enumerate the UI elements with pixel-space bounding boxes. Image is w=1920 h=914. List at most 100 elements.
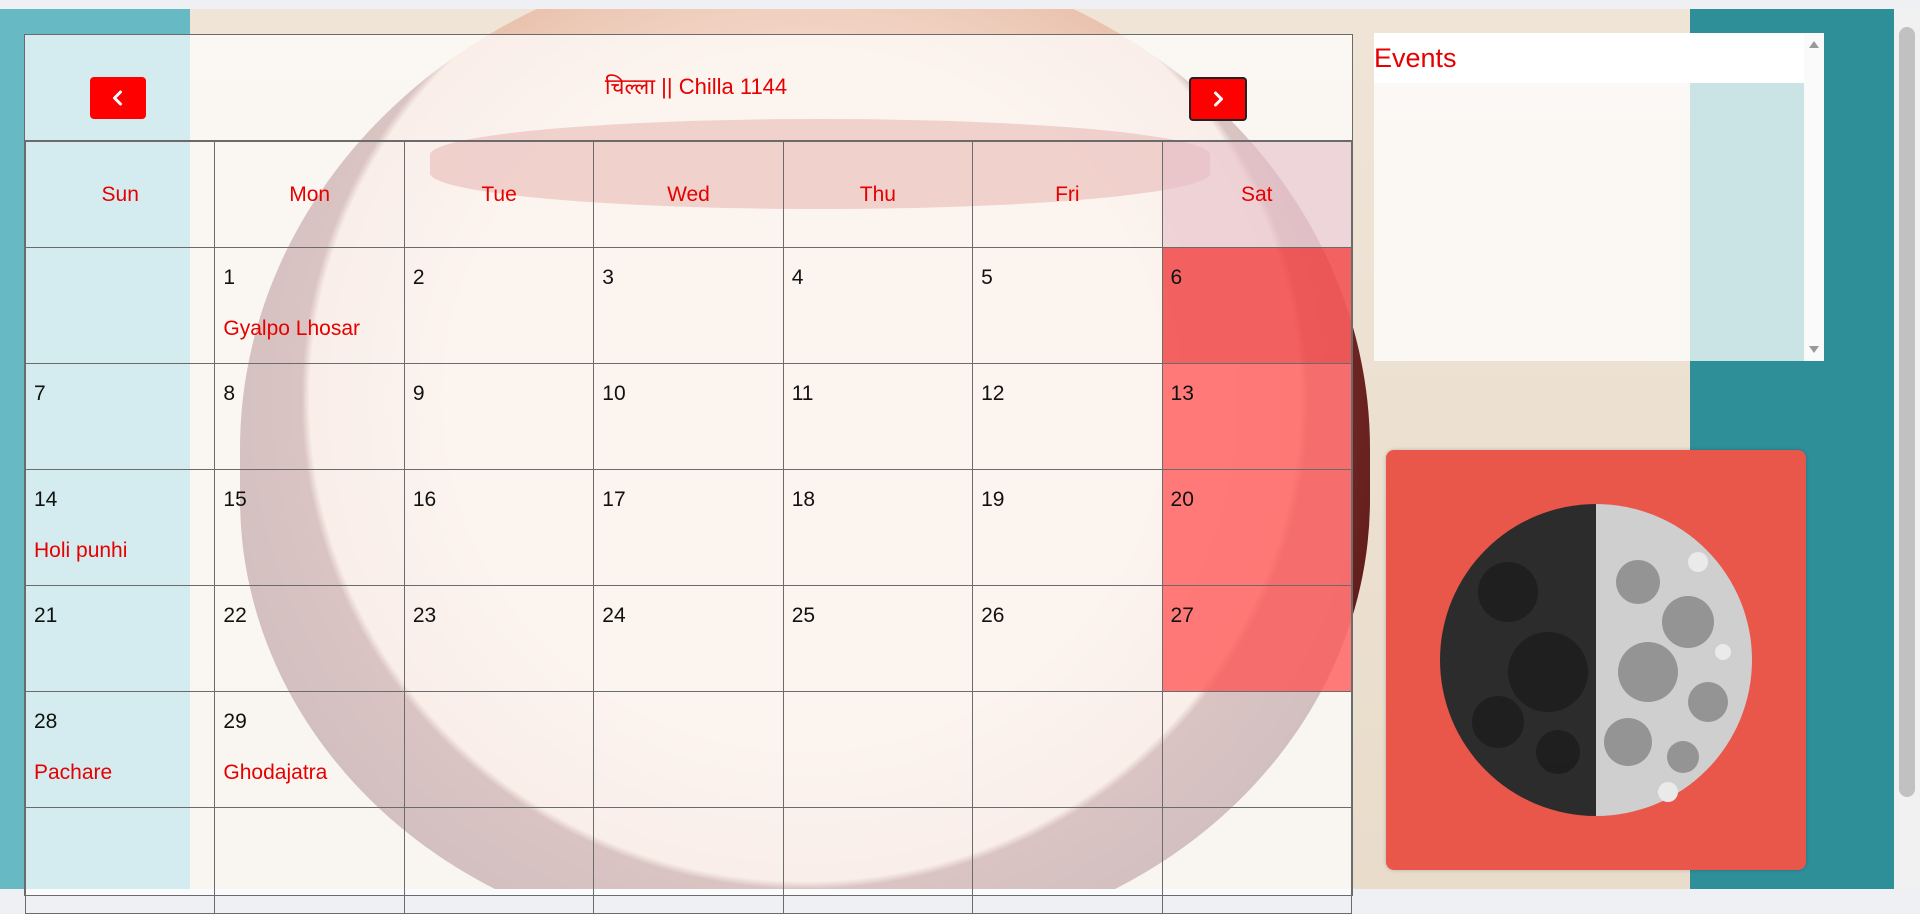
day-number: 26 <box>981 604 1005 627</box>
day-number: 14 <box>34 488 58 511</box>
day-number: 18 <box>791 488 816 511</box>
day-cell[interactable]: 4 <box>782 247 974 364</box>
day-cell <box>24 807 216 914</box>
day-number: 10 <box>602 382 626 405</box>
next-month-button[interactable] <box>1189 77 1247 121</box>
day-number: 9 <box>412 382 425 405</box>
day-cell[interactable]: 13 <box>1161 363 1353 470</box>
day-cell[interactable]: 25 <box>782 585 974 692</box>
day-number: 19 <box>981 488 1005 511</box>
weekday-sun: Sun <box>24 141 216 248</box>
day-number: 7 <box>34 382 46 405</box>
day-cell <box>214 807 405 914</box>
day-number: 24 <box>602 604 626 627</box>
day-cell[interactable]: 1 Gyalpo Lhosar <box>214 247 405 364</box>
day-number: 4 <box>791 266 804 289</box>
day-number: 1 <box>223 266 236 289</box>
day-number: 13 <box>1170 382 1194 405</box>
events-scrollbar[interactable] <box>1804 33 1824 361</box>
window-top-bar <box>0 0 1920 9</box>
day-cell[interactable]: 12 <box>972 363 1163 470</box>
day-event[interactable]: Holi punhi <box>34 539 127 563</box>
day-event[interactable]: Pachare <box>34 761 112 785</box>
day-number: 28 <box>34 710 58 733</box>
day-number: 8 <box>223 382 236 405</box>
day-event[interactable]: Gyalpo Lhosar <box>223 317 360 341</box>
day-cell[interactable]: 19 <box>972 469 1163 586</box>
day-cell[interactable]: 24 <box>593 585 784 692</box>
day-cell[interactable]: 18 <box>782 469 974 586</box>
day-number: 5 <box>981 266 993 289</box>
page-scrollbar-thumb[interactable] <box>1899 27 1915 797</box>
day-cell[interactable]: 7 <box>24 363 216 470</box>
day-cell <box>782 807 974 914</box>
day-number: 6 <box>1170 266 1183 289</box>
day-cell <box>782 691 974 808</box>
day-cell[interactable]: 22 <box>214 585 405 692</box>
page-scrollbar[interactable] <box>1894 9 1920 889</box>
day-number: 12 <box>981 382 1005 405</box>
day-cell[interactable]: 21 <box>24 585 216 692</box>
day-number: 3 <box>602 266 614 289</box>
day-cell <box>1161 691 1353 808</box>
calendar-grid: Sun Mon Tue Wed Thu Fri Sat 1 Gyalpo Lhos… <box>24 141 1353 914</box>
week-row: 28 Pachare 29 Ghodajatra <box>24 691 1353 808</box>
day-cell[interactable]: 9 <box>403 363 595 470</box>
day-cell <box>24 247 216 364</box>
day-cell[interactable]: 17 <box>593 469 784 586</box>
weekday-tue: Tue <box>403 141 595 248</box>
day-cell[interactable]: 27 <box>1161 585 1353 692</box>
calendar: चिल्ला || Chilla 1144 Sun Mon Tue Wed Th… <box>24 34 1353 914</box>
day-number: 2 <box>412 266 425 289</box>
day-cell <box>593 807 784 914</box>
day-number: 20 <box>1170 488 1194 511</box>
day-cell[interactable]: 10 <box>593 363 784 470</box>
day-cell[interactable]: 8 <box>214 363 405 470</box>
day-cell[interactable]: 29 Ghodajatra <box>214 691 405 808</box>
week-row: 1 Gyalpo Lhosar 2 3 4 5 6 <box>24 247 1353 364</box>
week-row <box>24 807 1353 914</box>
day-cell[interactable]: 11 <box>782 363 974 470</box>
weekday-sat: Sat <box>1161 141 1353 248</box>
day-cell[interactable]: 26 <box>972 585 1163 692</box>
day-cell[interactable]: 28 Pachare <box>24 691 216 808</box>
day-event[interactable]: Ghodajatra <box>223 761 327 785</box>
day-cell <box>972 691 1163 808</box>
day-cell[interactable]: 23 <box>403 585 595 692</box>
weekday-header-row: Sun Mon Tue Wed Thu Fri Sat <box>24 141 1353 248</box>
week-row: 21 22 23 24 25 26 27 <box>24 585 1353 692</box>
day-number: 16 <box>412 488 437 511</box>
events-title: Events <box>1374 33 1824 83</box>
weekday-wed: Wed <box>593 141 784 248</box>
day-number: 15 <box>223 488 247 511</box>
day-cell[interactable]: 14 Holi punhi <box>24 469 216 586</box>
weekday-mon: Mon <box>214 141 405 248</box>
moon-phase-icon <box>1440 504 1752 816</box>
moon-phase-card <box>1386 450 1806 870</box>
day-number: 27 <box>1170 604 1194 627</box>
day-cell[interactable]: 15 <box>214 469 405 586</box>
day-cell[interactable]: 6 <box>1161 247 1353 364</box>
day-cell[interactable]: 16 <box>403 469 595 586</box>
month-title: चिल्ला || Chilla 1144 <box>604 74 788 99</box>
day-cell[interactable]: 3 <box>593 247 784 364</box>
day-cell <box>403 691 595 808</box>
events-panel: Events <box>1374 33 1824 361</box>
week-row: 14 Holi punhi 15 16 17 18 19 20 <box>24 469 1353 586</box>
chevron-right-icon <box>1214 91 1223 107</box>
day-number: 22 <box>223 604 247 627</box>
weekday-thu: Thu <box>782 141 974 248</box>
day-cell <box>403 807 595 914</box>
day-cell <box>1161 807 1353 914</box>
scroll-down-icon[interactable] <box>1809 346 1819 353</box>
day-number: 23 <box>412 604 437 627</box>
calendar-header: चिल्ला || Chilla 1144 <box>25 35 1352 141</box>
day-number: 21 <box>34 604 58 627</box>
day-number: 29 <box>223 710 247 733</box>
day-cell <box>593 691 784 808</box>
day-cell[interactable]: 2 <box>403 247 595 364</box>
week-row: 7 8 9 10 11 12 13 <box>24 363 1353 470</box>
day-cell[interactable]: 5 <box>972 247 1163 364</box>
day-cell[interactable]: 20 <box>1161 469 1353 586</box>
scroll-up-icon[interactable] <box>1809 41 1819 48</box>
